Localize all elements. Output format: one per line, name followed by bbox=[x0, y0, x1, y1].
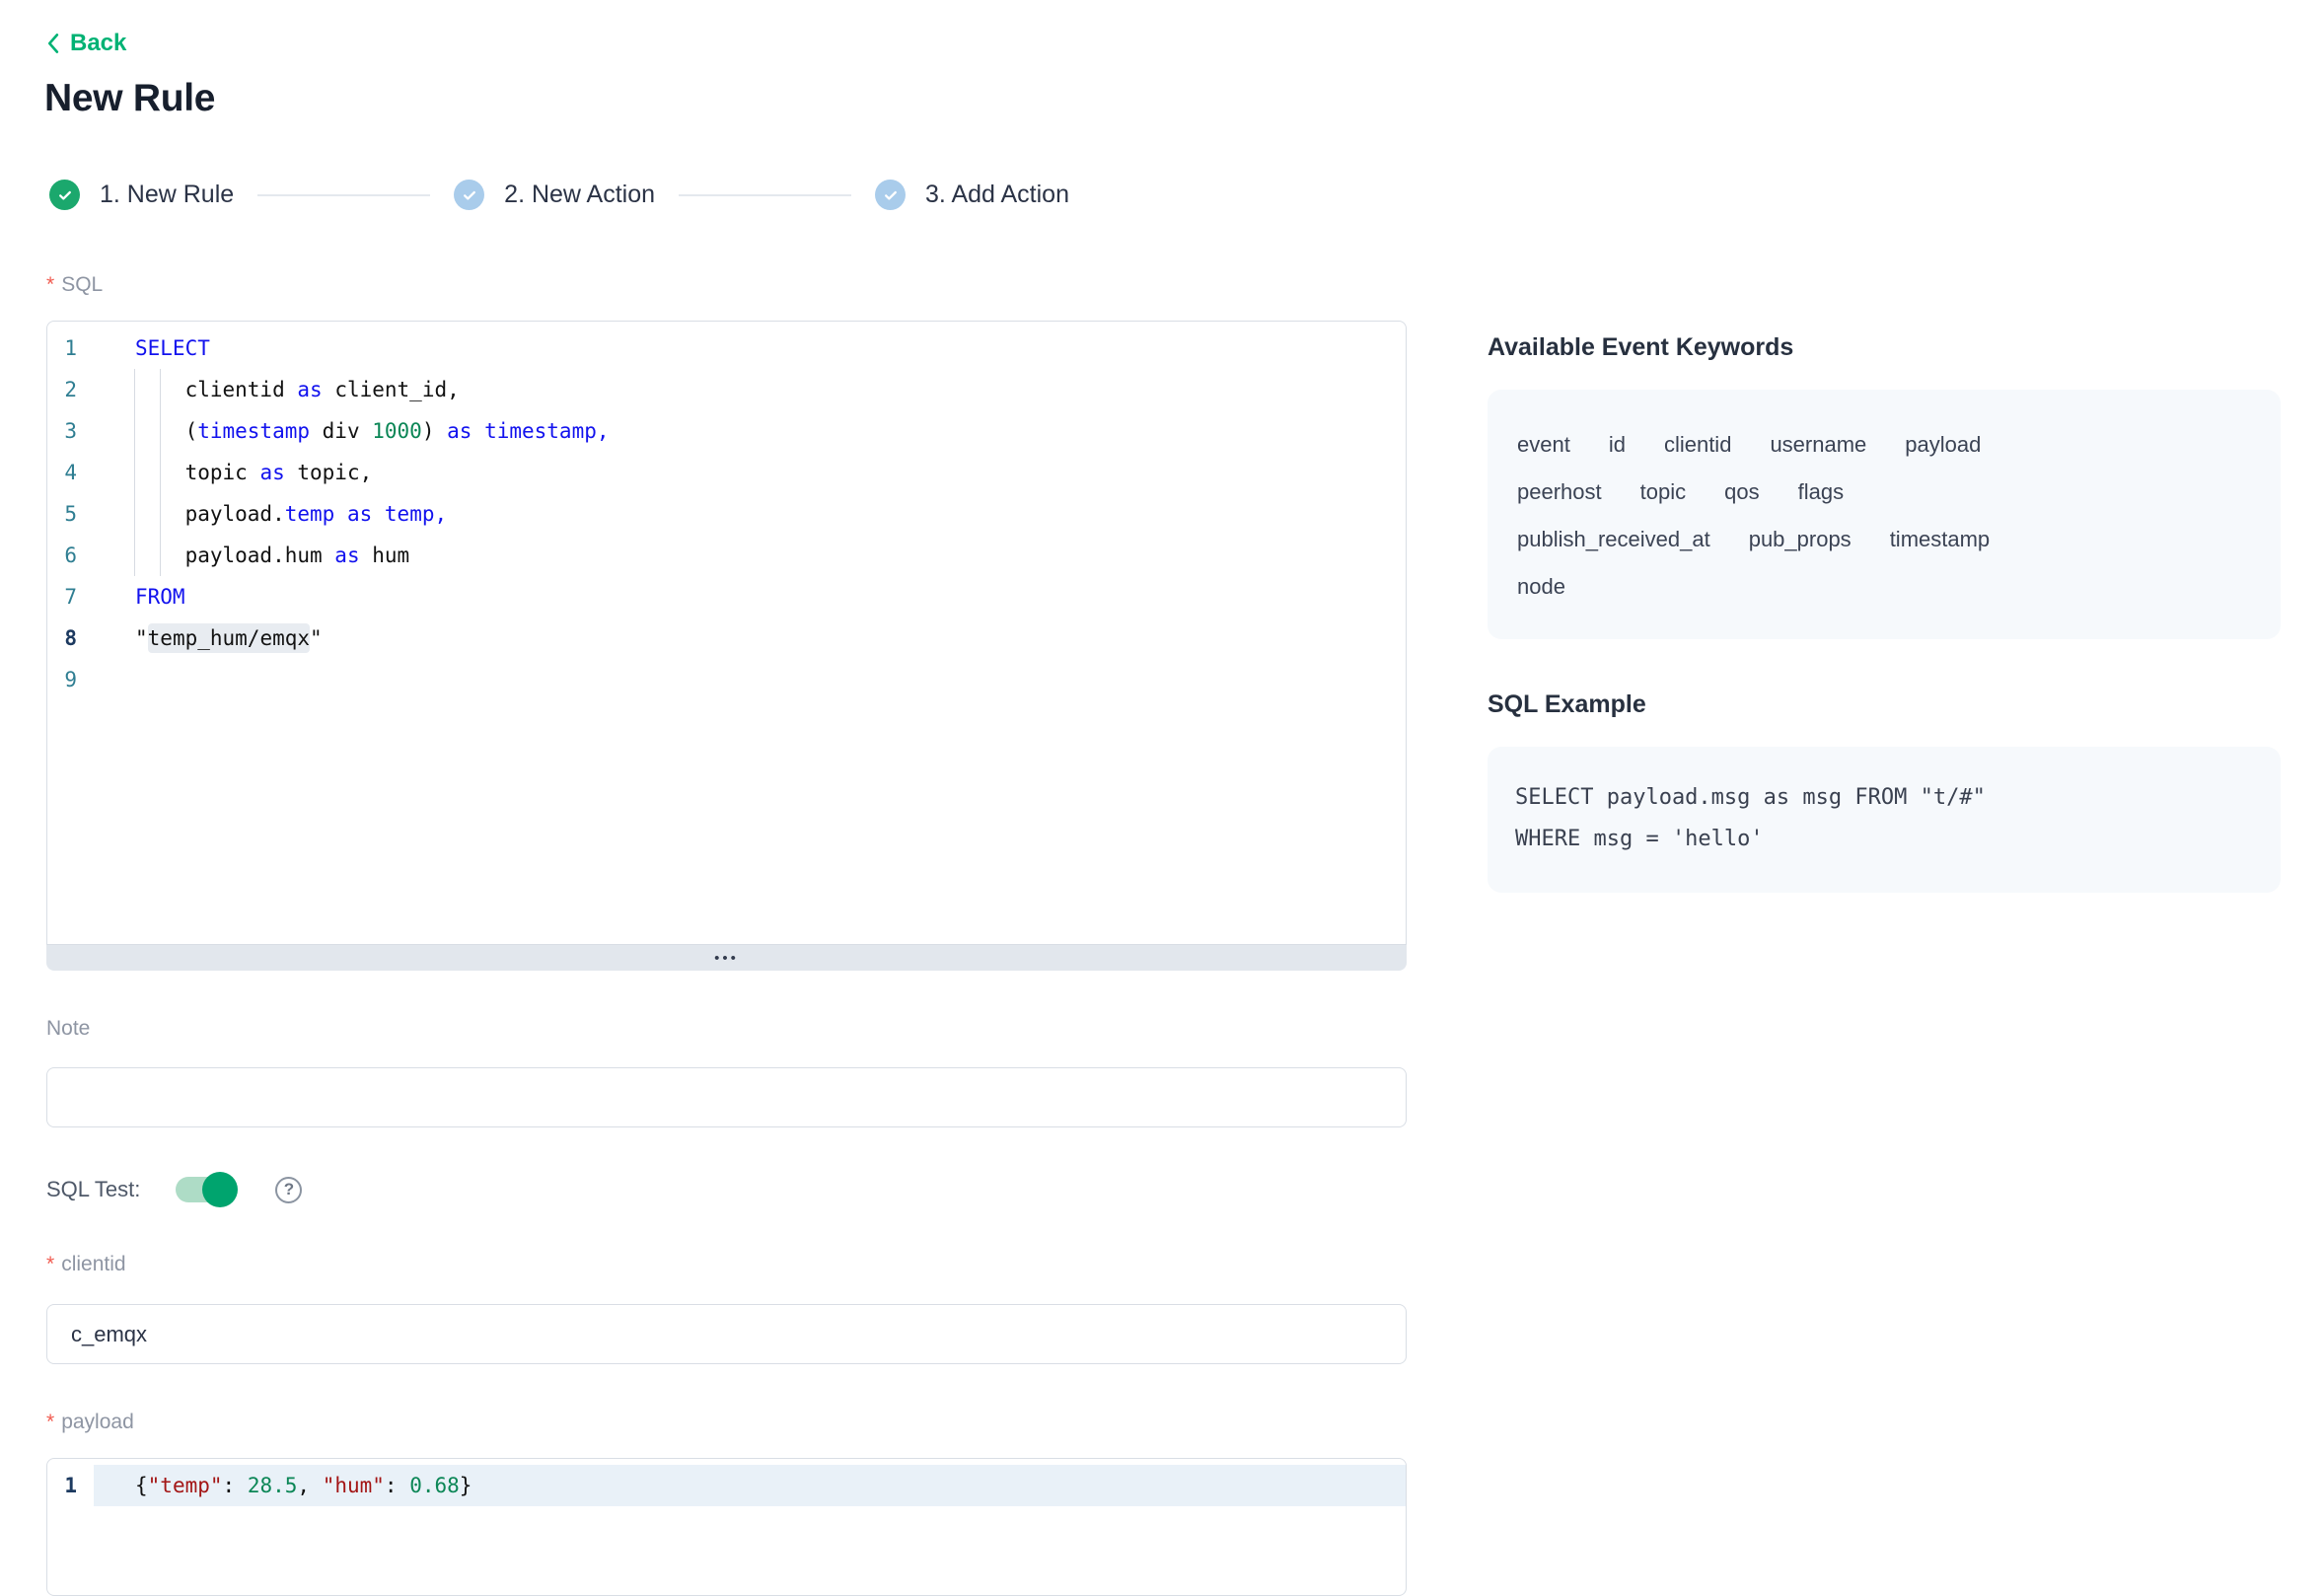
event-keyword: peerhost bbox=[1517, 469, 1602, 516]
code-line: 5 payload.temp as temp, bbox=[47, 493, 1406, 535]
event-keyword: username bbox=[1770, 421, 1866, 469]
keyword-row: node bbox=[1517, 563, 2251, 611]
line-number: 1 bbox=[47, 1465, 94, 1506]
line-number: 1 bbox=[47, 327, 94, 369]
code-line: 3 (timestamp div 1000) as timestamp, bbox=[47, 410, 1406, 452]
step-add-action[interactable]: 3. Add Action bbox=[875, 180, 1069, 210]
line-number: 3 bbox=[47, 410, 94, 452]
payload-field-label: * payload bbox=[46, 1411, 134, 1434]
line-number: 5 bbox=[47, 493, 94, 535]
event-keyword: payload bbox=[1905, 421, 1981, 469]
code-line: 1SELECT bbox=[47, 327, 1406, 369]
sql-example-line: SELECT payload.msg as msg FROM "t/#" bbox=[1515, 777, 2253, 819]
check-circle-icon bbox=[875, 180, 906, 210]
line-number: 9 bbox=[47, 659, 94, 700]
payload-code-area[interactable]: 1{"temp": 28.5, "hum": 0.68} bbox=[46, 1458, 1407, 1596]
step-label: 1. New Rule bbox=[100, 181, 234, 209]
resize-dots-icon: ••• bbox=[714, 950, 739, 967]
event-keyword: clientid bbox=[1664, 421, 1731, 469]
indent-guide bbox=[160, 369, 161, 576]
code-line: 4 topic as topic, bbox=[47, 452, 1406, 493]
event-keyword: event bbox=[1517, 421, 1570, 469]
event-keyword: timestamp bbox=[1890, 516, 1990, 563]
line-number: 4 bbox=[47, 452, 94, 493]
event-keyword: publish_received_at bbox=[1517, 516, 1710, 563]
payload-editor: 1{"temp": 28.5, "hum": 0.68} bbox=[46, 1458, 1407, 1596]
line-number: 6 bbox=[47, 535, 94, 576]
back-button[interactable]: Back bbox=[46, 30, 126, 57]
clientid-field-label: * clientid bbox=[46, 1253, 126, 1276]
sql-example-line: WHERE msg = 'hello' bbox=[1515, 819, 2253, 860]
page-title: New Rule bbox=[44, 77, 215, 120]
required-asterisk: * bbox=[46, 273, 54, 297]
event-keyword: id bbox=[1609, 421, 1626, 469]
check-circle-icon bbox=[454, 180, 484, 210]
keyword-row: peerhost topic qos flags bbox=[1517, 469, 2251, 516]
back-chevron-icon bbox=[46, 33, 59, 54]
sql-example-title: SQL Example bbox=[1488, 690, 1646, 719]
indent-guide bbox=[134, 369, 135, 576]
toggle-knob bbox=[202, 1172, 238, 1207]
sql-test-toggle[interactable] bbox=[176, 1176, 235, 1203]
editor-resize-handle[interactable]: ••• bbox=[46, 945, 1407, 971]
code-line: 1{"temp": 28.5, "hum": 0.68} bbox=[47, 1465, 1406, 1506]
required-asterisk: * bbox=[46, 1411, 54, 1434]
note-input[interactable] bbox=[46, 1067, 1407, 1127]
keyword-row: eventid clientid username payload bbox=[1517, 421, 2251, 469]
sql-example-panel: SELECT payload.msg as msg FROM "t/#"WHER… bbox=[1488, 747, 2281, 893]
clientid-input[interactable] bbox=[46, 1304, 1407, 1364]
code-line: 7FROM bbox=[47, 576, 1406, 617]
back-label: Back bbox=[70, 30, 126, 57]
step-new-rule[interactable]: 1. New Rule bbox=[49, 180, 234, 210]
note-field-label: Note bbox=[46, 1017, 90, 1041]
event-keyword: pub_props bbox=[1749, 516, 1852, 563]
sql-test-row: SQL Test: ? bbox=[46, 1172, 302, 1207]
sql-code-area[interactable]: 1SELECT2 clientid as client_id,3 (timest… bbox=[46, 321, 1407, 945]
code-line: 6 payload.hum as hum bbox=[47, 535, 1406, 576]
step-connector bbox=[679, 194, 851, 196]
step-indicator: 1. New Rule 2. New Action 3. Add Action bbox=[49, 180, 1069, 210]
event-keyword: node bbox=[1517, 563, 1565, 611]
help-icon[interactable]: ? bbox=[275, 1177, 302, 1203]
event-keyword: flags bbox=[1798, 469, 1844, 516]
step-new-action[interactable]: 2. New Action bbox=[454, 180, 655, 210]
check-circle-icon bbox=[49, 180, 80, 210]
required-asterisk: * bbox=[46, 1253, 54, 1276]
event-keyword: qos bbox=[1724, 469, 1759, 516]
event-keywords-panel: eventid clientid username payload peerhost to… bbox=[1488, 390, 2281, 639]
step-connector bbox=[257, 194, 430, 196]
sql-editor: 1SELECT2 clientid as client_id,3 (timest… bbox=[46, 321, 1407, 971]
sql-field-label: * SQL bbox=[46, 273, 103, 297]
step-label: 2. New Action bbox=[504, 181, 655, 209]
code-line: 9 bbox=[47, 659, 1406, 700]
code-line: 2 clientid as client_id, bbox=[47, 369, 1406, 410]
sql-test-label: SQL Test: bbox=[46, 1177, 140, 1202]
code-line: 8"temp_hum/emqx" bbox=[47, 617, 1406, 659]
step-label: 3. Add Action bbox=[925, 181, 1069, 209]
event-keyword: topic bbox=[1640, 469, 1686, 516]
line-number: 7 bbox=[47, 576, 94, 617]
keywords-title: Available Event Keywords bbox=[1488, 333, 1793, 362]
keyword-row: publish_received_at pub_props timestamp bbox=[1517, 516, 2251, 563]
line-number: 8 bbox=[47, 617, 94, 659]
line-number: 2 bbox=[47, 369, 94, 410]
